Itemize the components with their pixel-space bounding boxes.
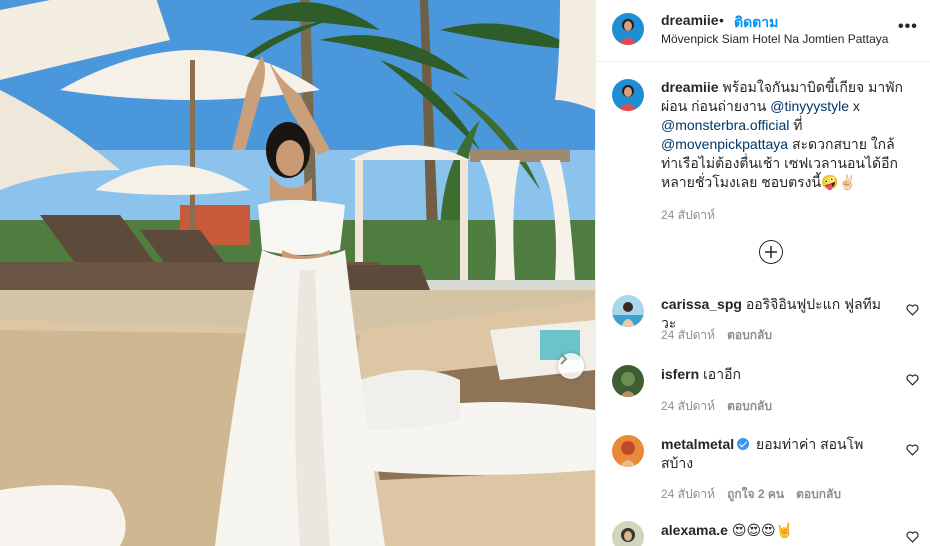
reply-button[interactable]: ตอบกลับ (727, 328, 772, 342)
mention-monsterbra[interactable]: @monsterbra.official (661, 117, 789, 133)
caption-avatar[interactable] (612, 79, 644, 111)
comment-text: alexama.e 😍😍😍🤘 (661, 521, 893, 541)
caption-emoji: 🤪✌🏻 (821, 175, 856, 191)
comment-meta: 24 สัปดาห์ ถูกใจ 2 คน ตอบกลับ (661, 485, 853, 504)
follow-button[interactable]: ติดตาม (734, 12, 778, 34)
author-username[interactable]: dreamiie (661, 12, 719, 28)
comment-username[interactable]: isfern (661, 366, 699, 382)
heart-icon[interactable] (906, 304, 919, 316)
caption-username[interactable]: dreamiie (661, 79, 719, 95)
post-header: dreamiie • ติดตาม Mövenpick Siam Hotel N… (596, 0, 930, 62)
post-photo[interactable] (0, 0, 595, 546)
comment-meta: 24 สัปดาห์ ตอบกลับ (661, 326, 784, 345)
load-more-comments-button[interactable] (759, 240, 783, 264)
comment-text: isfern เอาอีก (661, 365, 893, 384)
commenter-avatar[interactable] (612, 365, 644, 397)
comment-body: 😍😍😍🤘 (731, 523, 794, 539)
comment-likes[interactable]: ถูกใจ 2 คน (727, 487, 784, 501)
post-caption: dreamiie พร้อมใจกันมาบิดขี้เกียจ มาพักผ่… (661, 78, 923, 225)
commenter-avatar[interactable] (612, 295, 644, 327)
comment-time[interactable]: 24 สัปดาห์ (661, 399, 715, 413)
caption-time[interactable]: 24 สัปดาห์ (661, 206, 923, 225)
author-avatar[interactable] (612, 13, 644, 45)
mention-movenpickpattaya[interactable]: @movenpickpattaya (661, 136, 788, 152)
comment-username[interactable]: alexama.e (661, 522, 728, 538)
heart-icon[interactable] (906, 444, 919, 456)
mention-tinyyystyle[interactable]: @tinyyystyle (770, 98, 849, 114)
separator-dot: • (719, 12, 724, 28)
heart-icon[interactable] (906, 531, 919, 543)
chevron-right-icon (560, 353, 568, 365)
comment-text: metalmetal ยอมท่าค่า สอนโพสบ้าง (661, 435, 893, 473)
more-options-icon[interactable]: ••• (898, 18, 918, 36)
comment-time[interactable]: 24 สัปดาห์ (661, 487, 715, 501)
comment-username[interactable]: metalmetal (661, 436, 734, 452)
caption-text-3: ที่ (789, 117, 803, 133)
next-photo-button[interactable] (558, 353, 584, 379)
post-image-illustration (0, 0, 595, 546)
commenter-avatar[interactable] (612, 435, 644, 467)
commenter-avatar[interactable] (612, 521, 644, 546)
reply-button[interactable]: ตอบกลับ (796, 487, 841, 501)
plus-icon (765, 246, 777, 258)
heart-icon[interactable] (906, 374, 919, 386)
comment-body: เอาอีก (703, 366, 741, 382)
verified-badge-icon (737, 438, 750, 450)
reply-button[interactable]: ตอบกลับ (727, 399, 772, 413)
post-location[interactable]: Mövenpick Siam Hotel Na Jomtien Pattaya (661, 32, 888, 46)
comment-username[interactable]: carissa_spg (661, 296, 742, 312)
comment-meta: 24 สัปดาห์ ตอบกลับ (661, 397, 784, 416)
comment-time[interactable]: 24 สัปดาห์ (661, 328, 715, 342)
caption-text-2: x (849, 98, 860, 114)
post-side-panel: dreamiie • ติดตาม Mövenpick Siam Hotel N… (595, 0, 930, 546)
